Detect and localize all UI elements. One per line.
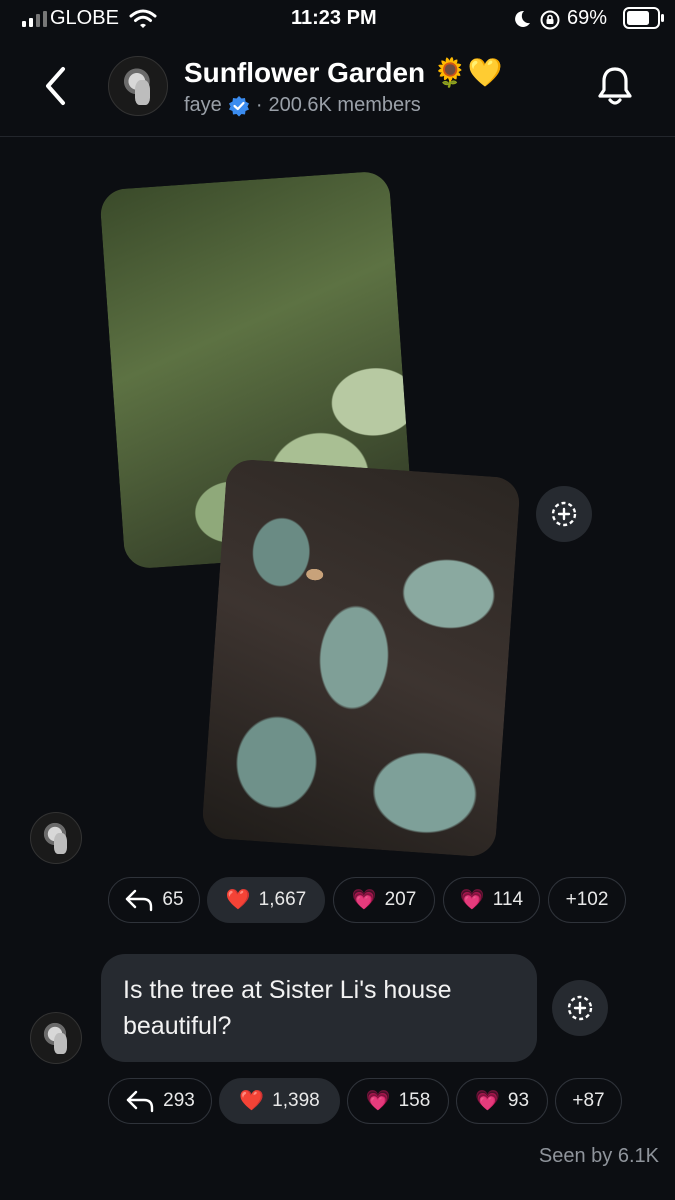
more-reactions-count: +102 [565, 889, 609, 910]
reply-count-pill[interactable]: 293 [108, 1078, 212, 1124]
reply-icon [126, 1090, 154, 1113]
battery-percent: 69% [567, 7, 608, 29]
seen-by-label: Seen by 6.1K [538, 1145, 659, 1167]
notifications-button[interactable] [594, 64, 636, 110]
status-bar: GLOBE 11:23 PM 69% [0, 0, 675, 40]
sparkling-heart-icon: 💗 [351, 889, 377, 911]
red-heart-icon: ❤️ [239, 1090, 265, 1112]
message-text: Is the tree at Sister Li's house beautif… [123, 976, 452, 1040]
moon-icon [512, 9, 532, 29]
subtitle-separator: · [255, 94, 263, 116]
pink-heart-icon: 💗 [474, 1090, 500, 1112]
owner-name: faye [184, 94, 222, 116]
wifi-icon [129, 8, 157, 30]
reaction-count: 207 [384, 889, 417, 910]
sparkling-heart-icon: 💗 [365, 1090, 391, 1112]
battery-icon [623, 7, 665, 29]
back-button[interactable] [36, 64, 76, 108]
verified-badge-icon [228, 95, 249, 116]
rotation-lock-icon [539, 9, 561, 31]
reaction-pill-pink-heart[interactable]: 💗 93 [456, 1078, 548, 1124]
reaction-pill-pink-heart[interactable]: 💗 114 [443, 877, 540, 923]
red-heart-icon: ❤️ [225, 889, 251, 911]
reaction-pill-heart[interactable]: ❤️ 1,667 [207, 877, 325, 923]
signal-icon [22, 11, 48, 27]
reaction-count: 93 [507, 1090, 530, 1111]
reply-count-pill[interactable]: 65 [108, 877, 200, 923]
add-reaction-button[interactable] [536, 486, 592, 542]
channel-title: Sunflower Garden 🌻💛 [184, 57, 503, 88]
reply-icon [126, 889, 153, 912]
more-reactions-pill[interactable]: +102 [548, 877, 626, 923]
more-reactions-count: +87 [572, 1090, 605, 1111]
post-photo-juniper[interactable] [201, 458, 521, 858]
message-bubble[interactable]: Is the tree at Sister Li's house beautif… [101, 954, 537, 1062]
reaction-pill-heart[interactable]: ❤️ 1,398 [219, 1078, 340, 1124]
chevron-left-icon [46, 67, 65, 105]
add-reaction-button[interactable] [552, 980, 608, 1036]
reaction-pill-sparkling-heart[interactable]: 💗 158 [347, 1078, 449, 1124]
reply-count: 65 [162, 889, 184, 910]
member-count: 200.6K members [268, 94, 421, 116]
carrier-label: GLOBE [50, 7, 119, 29]
reaction-count: 114 [492, 889, 524, 910]
sender-avatar[interactable] [30, 1012, 82, 1064]
channel-title-row[interactable]: Sunflower Garden 🌻💛 [184, 56, 503, 89]
more-reactions-pill[interactable]: +87 [555, 1078, 622, 1124]
reply-count: 293 [163, 1090, 195, 1111]
add-reaction-icon [551, 501, 577, 527]
channel-avatar[interactable] [108, 56, 168, 116]
add-reaction-icon [567, 995, 593, 1021]
clock: 11:23 PM [291, 7, 377, 29]
channel-subtitle: faye · 200.6K members [184, 94, 421, 117]
reaction-count: 1,667 [258, 889, 307, 910]
reaction-count: 1,398 [272, 1090, 320, 1111]
bell-icon [598, 67, 632, 105]
channel-header: Sunflower Garden 🌻💛 faye · 200.6K member… [0, 40, 675, 137]
pink-heart-icon: 💗 [459, 889, 485, 911]
reaction-count: 158 [398, 1090, 431, 1111]
sender-avatar[interactable] [30, 812, 82, 864]
reaction-pill-sparkling-heart[interactable]: 💗 207 [333, 877, 435, 923]
